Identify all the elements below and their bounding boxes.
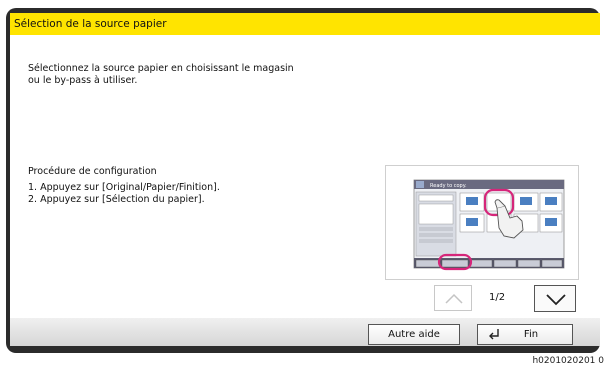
procedure-steps: 1. Appuyez sur [Original/Papier/Finition… — [28, 182, 220, 205]
procedure-title: Procédure de configuration — [28, 166, 157, 177]
other-help-button[interactable]: Autre aide — [368, 324, 460, 345]
enter-icon — [489, 329, 499, 340]
page-indicator: 1/2 — [489, 292, 506, 303]
image-code: h0201020201 0 — [532, 356, 604, 366]
procedure-step: 1. Appuyez sur [Original/Papier/Finition… — [28, 182, 220, 193]
dialog-title: Sélection de la source papier — [10, 13, 600, 35]
intro-text: Sélectionnez la source papier en choisis… — [28, 63, 294, 86]
chevron-down-icon — [546, 294, 566, 306]
touch-panel-screen: Ready to copy. — [413, 179, 565, 271]
procedure-step: 2. Appuyez sur [Sélection du papier]. — [28, 193, 205, 205]
dialog-content: Sélectionnez la source papier en choisis… — [10, 35, 600, 318]
touch-panel-illustration: Ready to copy. — [385, 165, 579, 280]
end-button[interactable]: Fin — [477, 324, 573, 345]
page-up-button[interactable] — [434, 285, 472, 311]
end-button-label: Fin — [523, 329, 539, 340]
page-down-button[interactable] — [534, 285, 576, 312]
chevron-up-icon — [445, 293, 463, 304]
screen-title: Ready to copy. — [430, 183, 467, 189]
